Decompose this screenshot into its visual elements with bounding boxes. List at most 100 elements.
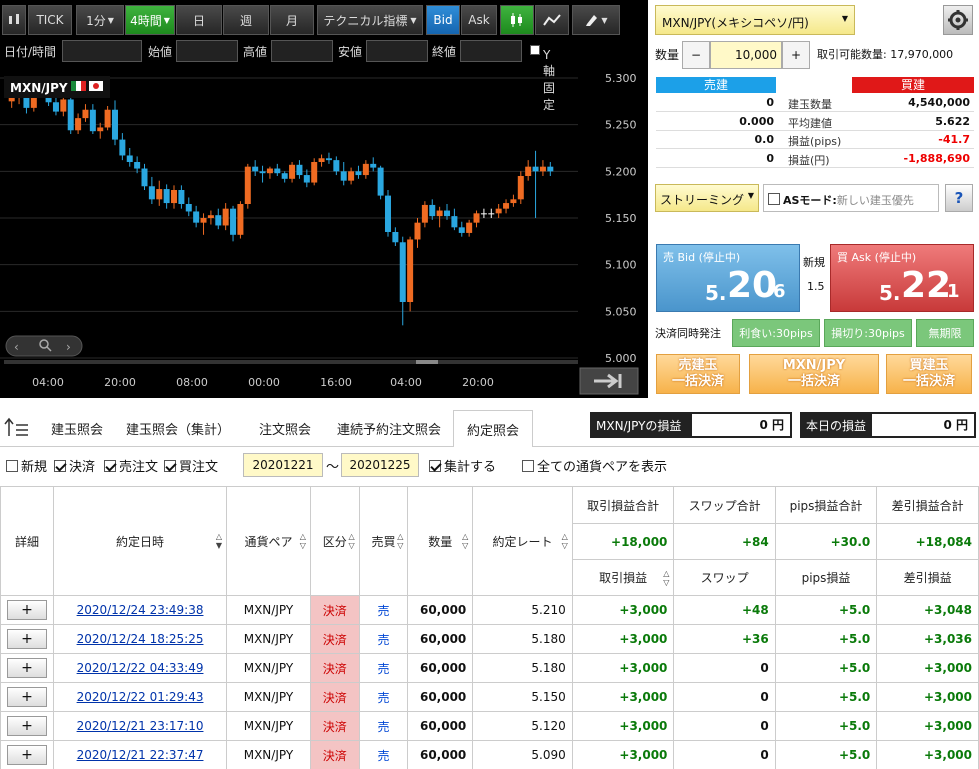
sell-position-settle-all-button[interactable]: 売建玉 一括決済 [656, 354, 740, 394]
expand-detail-button[interactable]: + [7, 716, 47, 736]
open-input[interactable] [176, 40, 238, 62]
timeframe-day-button[interactable]: 日 [176, 5, 222, 35]
qty-plus-button[interactable]: + [782, 41, 810, 69]
qty-cell: 60,000 [407, 595, 474, 625]
tab-orders[interactable]: 注文照会 [244, 410, 326, 446]
execution-datetime-link[interactable]: 2020/12/24 18:25:25 [77, 632, 204, 646]
col-pl[interactable]: 取引損益 △ ▽ [571, 559, 675, 596]
col-qty[interactable]: 数量 △ ▽ [407, 486, 474, 596]
scroll-right-icon[interactable]: › [66, 340, 71, 354]
high-input[interactable] [271, 40, 333, 62]
y-tick-label: 5.000 [605, 352, 637, 365]
buy-ask-button[interactable]: 買 Ask (停止中) 5. 22 1 [830, 244, 974, 312]
sell-bid-button[interactable]: 売 Bid (停止中) 5. 20 6 [656, 244, 800, 312]
currency-pair-select[interactable]: MXN/JPY(メキシコペソ/円) ▼ [655, 5, 855, 35]
low-input[interactable] [366, 40, 428, 62]
candlestick-chart[interactable]: 5.300 5.250 5.200 5.150 5.100 5.050 5.000 04:0… [0, 66, 648, 398]
as-mode-checkbox[interactable] [768, 193, 780, 205]
chart-scrollbar-thumb[interactable] [416, 360, 438, 364]
tab-executions[interactable]: 約定照会 [453, 410, 533, 447]
sort-icon[interactable]: △ ▽ [663, 569, 669, 587]
aggregate-checkbox[interactable] [429, 460, 441, 472]
technical-indicator-dropdown[interactable]: テクニカル指標 ▼ [317, 5, 423, 35]
qty-input[interactable]: 10,000 [710, 41, 782, 69]
close-input[interactable] [460, 40, 522, 62]
detail-cell: + [0, 682, 54, 712]
show-all-pairs[interactable]: 全ての通貨ペアを表示 [522, 456, 667, 475]
help-button[interactable]: ? [945, 184, 973, 212]
sort-icon[interactable]: △ ▽ [462, 532, 468, 550]
bid-button[interactable]: Bid [426, 5, 460, 35]
col-datetime[interactable]: 約定日時 △ ▼ [52, 486, 228, 596]
sort-menu-icon[interactable] [4, 416, 30, 440]
filter-sell[interactable]: 売注文 [104, 456, 158, 475]
tab-chain-orders[interactable]: 連続予約注文照会 [330, 410, 448, 446]
tab-positions[interactable]: 建玉照会 [36, 410, 118, 446]
datetime-input[interactable] [62, 40, 142, 62]
pair-settle-all-button[interactable]: MXN/JPY 一括決済 [749, 354, 879, 394]
filter-buy-checkbox[interactable] [164, 460, 176, 472]
jump-to-latest-button[interactable] [579, 367, 639, 395]
col-detail: 詳細 [0, 486, 54, 596]
execution-datetime-link[interactable]: 2020/12/22 01:29:43 [77, 690, 204, 704]
filter-sell-checkbox[interactable] [104, 460, 116, 472]
timeframe-month-button[interactable]: 月 [270, 5, 314, 35]
timeframe-week-button[interactable]: 週 [223, 5, 269, 35]
stop-loss-button[interactable]: 損切り:30pips [824, 319, 912, 347]
scroll-left-icon[interactable]: ‹ [14, 340, 19, 354]
chart-scrollbar[interactable] [4, 360, 578, 364]
sort-icon[interactable]: △ ▼ [216, 532, 222, 550]
col-pair[interactable]: 通貨ペア △ ▽ [226, 486, 311, 596]
qty-minus-button[interactable]: − [682, 41, 710, 69]
drawing-tool-button[interactable]: ▼ [572, 5, 620, 35]
buy-position-settle-all-button[interactable]: 買建玉 一括決済 [886, 354, 972, 394]
execution-datetime-link[interactable]: 2020/12/21 23:17:10 [77, 719, 204, 733]
datetime-cell: 2020/12/21 22:37:47 [52, 740, 228, 769]
take-profit-button[interactable]: 利食い:30pips [732, 319, 820, 347]
candlestick-chart-button[interactable] [500, 5, 534, 35]
sort-icon[interactable]: △ ▽ [397, 532, 403, 550]
sort-icon[interactable]: △ ▽ [300, 532, 306, 550]
filter-buy[interactable]: 買注文 [164, 456, 218, 475]
streaming-dropdown[interactable]: ストリーミング ▼ [655, 184, 759, 212]
filter-settle-checkbox[interactable] [54, 460, 66, 472]
tab-positions-summary[interactable]: 建玉照会（集計） [120, 410, 236, 446]
settings-button[interactable] [943, 5, 973, 35]
candle-body [466, 222, 473, 233]
col-side[interactable]: 売買 △ ▽ [358, 486, 409, 596]
col-kubun[interactable]: 区分 △ ▽ [309, 486, 360, 596]
as-mode-field[interactable]: ASモード:新しい建玉優先 [763, 184, 939, 212]
expand-detail-button[interactable]: + [7, 687, 47, 707]
date-from-input[interactable]: 20201221 [243, 453, 323, 477]
execution-datetime-link[interactable]: 2020/12/22 04:33:49 [77, 661, 204, 675]
candle-body [473, 213, 480, 223]
expand-detail-button[interactable]: + [7, 600, 47, 620]
date-to-input[interactable]: 20201225 [341, 453, 419, 477]
tick-button[interactable]: TICK [28, 5, 72, 35]
timeframe-4h-button[interactable]: 4時間 ▼ [125, 5, 175, 35]
col-rate[interactable]: 約定レート △ ▽ [472, 486, 573, 596]
ask-button[interactable]: Ask [461, 5, 497, 35]
chart-nav-controls[interactable]: ‹ › [5, 335, 83, 357]
timeframe-1min-button[interactable]: 1分 ▼ [76, 5, 124, 35]
expand-detail-button[interactable]: + [7, 745, 47, 765]
expand-detail-button[interactable]: + [7, 658, 47, 678]
expand-detail-button[interactable]: + [7, 629, 47, 649]
y-axis-fix-box[interactable] [530, 45, 540, 55]
candle-body [222, 208, 229, 226]
unlimited-button[interactable]: 無期限 [916, 319, 974, 347]
candle-icon[interactable] [2, 5, 26, 35]
swap-cell: 0 [673, 711, 776, 741]
execution-datetime-link[interactable]: 2020/12/24 23:49:38 [77, 603, 204, 617]
sort-icon[interactable]: △ ▽ [562, 532, 568, 550]
show-all-pairs-checkbox[interactable] [522, 460, 534, 472]
sort-icon[interactable]: △ ▽ [348, 532, 354, 550]
execution-datetime-link[interactable]: 2020/12/21 22:37:47 [77, 748, 204, 762]
swap-cell: 0 [673, 653, 776, 683]
line-chart-button[interactable] [535, 5, 569, 35]
filter-new-checkbox[interactable] [6, 460, 18, 472]
y-axis-fix-checkbox[interactable]: Y軸固定 [530, 43, 555, 112]
aggregate-toggle[interactable]: 集計する [429, 456, 496, 475]
filter-new[interactable]: 新規 [6, 456, 47, 475]
filter-settle[interactable]: 決済 [54, 456, 95, 475]
